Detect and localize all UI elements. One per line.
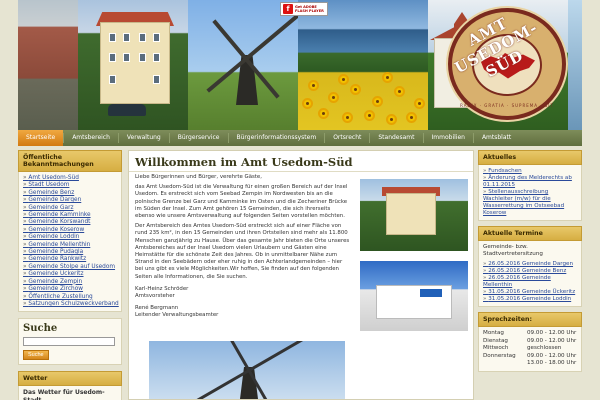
adobe-flash-badge[interactable]: f Get ADOBE FLASH PLAYER: [280, 2, 328, 16]
search-title: Suche: [23, 323, 58, 335]
date-item[interactable]: 31.05.2016 Gemeinde Loddin: [483, 296, 577, 303]
hours-day: [483, 360, 527, 368]
hours-day: Mittwoch: [483, 345, 509, 352]
news-item[interactable]: Fundsachen: [483, 168, 577, 175]
nav-standesamt[interactable]: Standesamt: [370, 130, 422, 146]
amt-logo[interactable]: AMT USEDOM-SÜD RADIX · GRATIA · SUPREMA …: [448, 8, 566, 120]
dates-title: Aktuelle Termine: [478, 226, 582, 241]
weather-title: Wetter: [18, 371, 122, 387]
nav-buergerinformationssystem[interactable]: Bürgerinformationssystem: [229, 130, 325, 146]
link-gemeinde-ueckeritz[interactable]: Gemeinde Ückeritz: [23, 271, 117, 278]
hours-table: Montag 09.00 - 12.00 Uhr Dienstag 09.00 - …: [483, 330, 577, 368]
hours-title: Sprechzeiten:: [478, 312, 582, 327]
hours-box: Sprechzeiten: Montag 09.00 - 12.00 Uhr Di…: [478, 312, 582, 372]
link-stadt-usedom[interactable]: Stadt Usedom: [23, 182, 117, 189]
weather-text: Das Wetter für Usedom-Stadt: [23, 389, 105, 400]
news-item[interactable]: Änderung des Melderechts ab 01.11.2015: [483, 175, 577, 189]
link-satzungen-schulzweckverband[interactable]: Satzungen Schulzweckverband: [23, 301, 118, 308]
left-sidebar: Öffentliche Bekanntmachungen Amt Usedom-…: [18, 150, 122, 400]
table-row: Montag 09.00 - 12.00 Uhr: [483, 330, 577, 338]
date-item[interactable]: 31.05.2016 Gemeinde Ückeritz: [483, 289, 577, 296]
main-navigation: Startseite Amtsbereich Verwaltung Bürger…: [18, 130, 582, 146]
weather-box: Wetter Das Wetter für Usedom-Stadt: [18, 371, 122, 400]
page: f Get ADOBE FLASH PLAYER AMT USEDOM-SÜD R…: [0, 0, 600, 400]
table-row: 13.00 - 18.00 Uhr: [483, 360, 577, 368]
table-row: Mittwoch geschlossen: [483, 345, 577, 353]
link-amt-usedom-sued[interactable]: Amt Usedom-Süd: [23, 175, 117, 182]
hours-day: Dienstag: [483, 337, 508, 344]
nav-immobilien[interactable]: Immobilien: [424, 130, 473, 146]
banner-photo-windmill: [188, 0, 298, 130]
banner-photo-sunflowers: [298, 0, 428, 130]
date-item[interactable]: 26.05.2016 Gemeinde Mellenthin: [483, 275, 577, 289]
link-gemeinde-koserow[interactable]: Gemeinde Koserow: [23, 227, 117, 234]
hours-time: 09.00 - 12.00 Uhr: [527, 352, 577, 359]
hours-day: Donnerstag: [483, 352, 516, 359]
main-content: Willkommen im Amt Usedom-Süd Liebe Bürge…: [128, 150, 474, 400]
hours-day: Montag: [483, 330, 504, 336]
link-gemeinde-mellenthin[interactable]: Gemeinde Mellenthin: [23, 242, 117, 249]
link-gemeinde-pudagla[interactable]: Gemeinde Pudagla: [23, 249, 117, 256]
link-gemeinde-zempin[interactable]: Gemeinde Zempin: [23, 279, 117, 286]
announcements-list: Amt Usedom-Süd Stadt Usedom Gemeinde Ben…: [23, 175, 118, 308]
table-row: Dienstag 09.00 - 12.00 Uhr: [483, 338, 577, 346]
page-title: Willkommen im Amt Usedom-Süd: [129, 151, 473, 172]
link-gemeinde-korswandt[interactable]: Gemeinde Korswandt: [23, 219, 117, 226]
link-gemeinde-rankwitz[interactable]: Gemeinde Rankwitz: [23, 256, 117, 263]
photo-office-building: [360, 261, 468, 331]
announcements-title: Öffentliche Bekanntmachungen: [18, 150, 122, 172]
greeting: Liebe Bürgerinnen und Bürger, verehrte G…: [135, 174, 262, 180]
hours-time: 13.00 - 18.00 Uhr: [527, 360, 577, 367]
news-item[interactable]: Stellenausschreibung Wachleiter (m/w) fü…: [483, 189, 577, 217]
table-row: Donnerstag 09.00 - 12.00 Uhr: [483, 353, 577, 361]
photo-windmill: [149, 341, 345, 399]
link-oeffentliche-zustellung[interactable]: Öffentliche Zustellung: [23, 294, 117, 301]
nav-amtsblatt[interactable]: Amtsblatt: [474, 130, 519, 146]
logo-subtitle: RADIX · GRATIA · SUPREMA · SIT: [460, 103, 554, 108]
banner-photo-church: [18, 0, 78, 130]
nav-verwaltung[interactable]: Verwaltung: [119, 130, 169, 146]
link-gemeinde-garz[interactable]: Gemeinde Garz: [23, 205, 117, 212]
link-gemeinde-loddin[interactable]: Gemeinde Loddin: [23, 234, 117, 241]
link-gemeinde-dargen[interactable]: Gemeinde Dargen: [23, 197, 117, 204]
dates-intro: Gemeinde- bzw. Stadtvertretersitzung: [483, 244, 543, 257]
news-title: Aktuelles: [478, 150, 582, 165]
hours-time: geschlossen: [527, 345, 562, 352]
banner-photo-townhall: [78, 0, 188, 130]
flash-icon: f: [283, 4, 293, 14]
search-button[interactable]: Suche: [23, 350, 49, 361]
photo-townhall: [360, 179, 468, 251]
nav-buergerservice[interactable]: Bürgerservice: [170, 130, 228, 146]
link-gemeinde-benz[interactable]: Gemeinde Benz: [23, 190, 117, 197]
flash-line2: FLASH PLAYER: [295, 9, 324, 13]
nav-amtsbereich[interactable]: Amtsbereich: [64, 130, 118, 146]
signature-1-role: Amtsvorsteher: [135, 293, 175, 300]
search-box: Suche Suche: [18, 318, 122, 366]
intro-paragraph: das Amt Usedom-Süd ist die Verwaltung fü…: [135, 184, 348, 220]
right-sidebar: Aktuelles Fundsachen Änderung des Melder…: [478, 150, 582, 377]
hours-time: 09.00 - 12.00 Uhr: [527, 330, 577, 336]
search-input[interactable]: [23, 337, 115, 347]
hours-time: 09.00 - 12.00 Uhr: [527, 337, 577, 344]
link-gemeinde-zirchow[interactable]: Gemeinde Zirchow: [23, 286, 117, 293]
date-item[interactable]: 26.05.2016 Gemeinde Dargen: [483, 261, 577, 268]
link-gemeinde-kamminke[interactable]: Gemeinde Kamminke: [23, 212, 117, 219]
date-item[interactable]: 26.05.2016 Gemeinde Benz: [483, 268, 577, 275]
nav-startseite[interactable]: Startseite: [18, 130, 64, 146]
signature-2-role: Leitender Verwaltungsbeamter: [135, 312, 219, 319]
nav-ortsrecht[interactable]: Ortsrecht: [325, 130, 369, 146]
area-paragraph: Der Amtsbereich des Amtes Usedom-Süd ers…: [135, 223, 350, 280]
signature-2-name: René Bergmann: [135, 305, 179, 312]
news-box: Aktuelles Fundsachen Änderung des Melder…: [478, 150, 582, 221]
dates-box: Aktuelle Termine Gemeinde- bzw. Stadtver…: [478, 226, 582, 307]
signature-1-name: Karl-Heinz Schröder: [135, 285, 189, 292]
